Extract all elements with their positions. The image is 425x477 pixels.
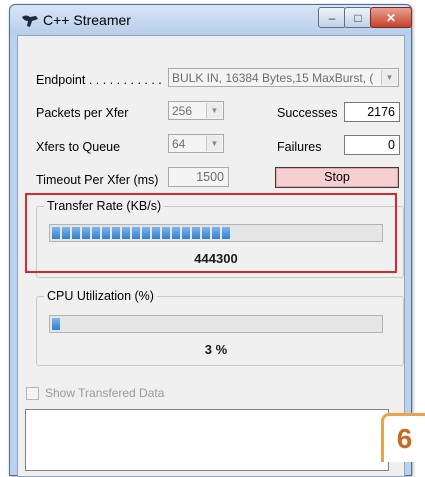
packets-per-xfer-value: 256 xyxy=(172,104,193,118)
minimize-icon: – xyxy=(328,10,336,25)
minimize-button[interactable]: – xyxy=(318,7,346,28)
show-data-checkbox[interactable] xyxy=(26,386,39,400)
highlight-frame xyxy=(25,193,397,273)
timeout-label: Timeout Per Xfer (ms) xyxy=(36,173,159,187)
endpoint-select[interactable]: BULK IN, 16384 Bytes,15 MaxBurst, ( ▼ xyxy=(168,68,399,87)
xfers-to-queue-select[interactable]: 64 ▼ xyxy=(168,134,224,153)
chevron-down-icon: ▼ xyxy=(381,70,397,85)
close-button[interactable]: ✕ xyxy=(370,7,412,28)
close-icon: ✕ xyxy=(385,10,397,25)
step-badge: 6 xyxy=(381,413,425,462)
failures-label: Failures xyxy=(277,140,322,154)
successes-field[interactable]: 2176 xyxy=(344,102,400,122)
endpoint-label: Endpoint . . . . . . . . . . . xyxy=(36,73,162,87)
chevron-down-icon: ▼ xyxy=(206,136,222,151)
cpu-utilization-progress xyxy=(49,315,383,333)
xfers-to-queue-value: 64 xyxy=(172,137,186,151)
packets-per-xfer-select[interactable]: 256 ▼ xyxy=(168,101,224,120)
chevron-down-icon: ▼ xyxy=(206,103,222,118)
show-data-row[interactable]: Show Transfered Data xyxy=(26,386,164,400)
packets-per-xfer-label: Packets per Xfer xyxy=(36,106,129,120)
maximize-icon: □ xyxy=(354,10,362,25)
timeout-field[interactable]: 1500 xyxy=(168,167,229,187)
stop-button[interactable]: Stop xyxy=(275,167,399,188)
show-data-label: Show Transfered Data xyxy=(45,386,165,400)
xfers-to-queue-label: Xfers to Queue xyxy=(36,140,121,154)
maximize-button[interactable]: □ xyxy=(344,7,372,28)
endpoint-value: BULK IN, 16384 Bytes,15 MaxBurst, ( xyxy=(172,71,374,85)
failures-field[interactable]: 0 xyxy=(344,135,400,155)
title-bar[interactable]: C++ Streamer – □ ✕ xyxy=(10,5,412,35)
window-title: C++ Streamer xyxy=(43,12,131,28)
cpu-utilization-value: 3 % xyxy=(204,342,228,357)
progress-segment xyxy=(52,318,60,330)
cpu-utilization-progress-fill xyxy=(52,318,62,330)
cpu-utilization-title: CPU Utilization (%) xyxy=(44,289,157,303)
successes-label: Successes xyxy=(277,106,338,120)
usb-app-icon xyxy=(22,15,38,27)
